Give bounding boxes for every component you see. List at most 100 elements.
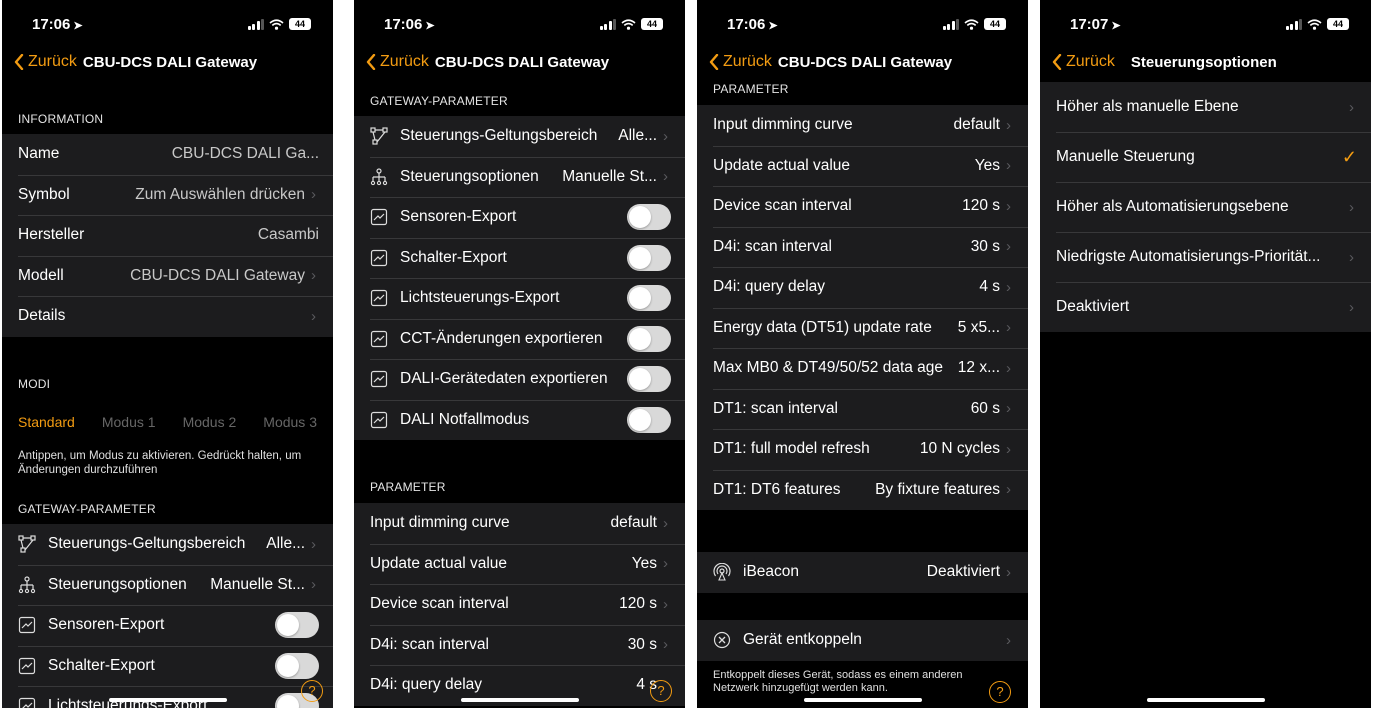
option-above-automation[interactable]: Höher als Automatisierungsebene ›	[1040, 182, 1371, 232]
gateway-list: Steuerungs-Geltungsbereich Alle... › Steue…	[2, 524, 333, 708]
ibeacon-row[interactable]: iBeacon Deaktiviert ›	[697, 552, 1028, 593]
gateway-row-cct-export: CCT-Änderungen exportieren	[354, 318, 685, 360]
chevron-right-icon: ›	[311, 535, 316, 553]
gateway-row-control-options[interactable]: Steuerungsoptionen Manuelle St... ›	[2, 564, 333, 606]
home-indicator	[803, 698, 922, 702]
help-button[interactable]: ?	[650, 680, 672, 702]
home-indicator	[460, 698, 579, 702]
info-row-model[interactable]: Modell CBU-DCS DALI Gateway ›	[2, 255, 333, 297]
battery-icon: 44	[1327, 18, 1349, 30]
info-row-details[interactable]: Details ›	[2, 296, 333, 337]
option-manual-control[interactable]: Manuelle Steuerung ✓	[1040, 132, 1371, 182]
export-icon	[18, 697, 36, 708]
battery-icon: 44	[289, 18, 311, 30]
back-button[interactable]: Zurück CBU-DCS DALI Gateway	[709, 53, 952, 71]
dali-emergency-toggle[interactable]	[627, 406, 671, 433]
param-row-d4i-query-delay[interactable]: D4i: query delay 4 s ›	[697, 267, 1028, 308]
gateway-row-scope[interactable]: Steuerungs-Geltungsbereich Alle... ›	[2, 524, 333, 565]
export-icon	[18, 657, 36, 675]
param-row-dt1-dt6-features[interactable]: DT1: DT6 features By fixture features ›	[697, 469, 1028, 511]
param-row-d4i-scan-interval[interactable]: D4i: scan interval 30 s ›	[697, 226, 1028, 268]
back-button[interactable]: Zurück CBU-DCS DALI Gateway	[14, 53, 257, 71]
param-row-d4i-scan-interval[interactable]: D4i: scan interval 30 s ›	[354, 624, 685, 666]
modes-hint: Antippen, um Modus zu aktivieren. Gedrüc…	[18, 450, 302, 476]
back-button[interactable]: Zurück Steuerungsoptionen	[1052, 53, 1277, 71]
chevron-right-icon: ›	[1006, 197, 1011, 215]
gateway-row-control-options[interactable]: Steuerungsoptionen Manuelle St... ›	[354, 156, 685, 198]
export-icon	[18, 616, 36, 634]
info-row-manufacturer: Hersteller Casambi	[2, 215, 333, 256]
param-row-input-dimming-curve[interactable]: Input dimming curve default ›	[354, 503, 685, 544]
chevron-left-icon	[1052, 54, 1062, 70]
chevron-right-icon: ›	[1006, 400, 1011, 418]
location-arrow-icon: ➤	[425, 20, 435, 32]
chevron-right-icon: ›	[1006, 359, 1011, 377]
cellular-signal-icon	[942, 18, 959, 30]
cct-export-toggle[interactable]	[627, 325, 671, 352]
mode-2[interactable]: Modus 2	[183, 414, 237, 430]
section-header-parameter: PARAMETER	[713, 82, 789, 96]
chevron-right-icon: ›	[1349, 198, 1354, 216]
navigation-bar: Zurück CBU-DCS DALI Gateway	[354, 48, 685, 78]
screen-control-options: 17:07 ➤ 44 Zurück Steuerungsoptionen Höhe…	[1040, 0, 1371, 708]
chevron-right-icon: ›	[1006, 631, 1011, 649]
screen-device-info: 17:06 ➤ 44 Zurück CBU-DCS DALI Gateway IN…	[2, 0, 333, 708]
export-icon	[370, 330, 388, 348]
back-label: Zurück	[28, 53, 77, 70]
param-row-update-actual-value[interactable]: Update actual value Yes ›	[697, 145, 1028, 187]
param-row-input-dimming-curve[interactable]: Input dimming curve default ›	[697, 105, 1028, 146]
param-row-energy-data-update-rate[interactable]: Energy data (DT51) update rate 5 x5... ›	[697, 307, 1028, 349]
chevron-right-icon: ›	[1006, 157, 1011, 175]
ibeacon-group: iBeacon Deaktiviert ›	[697, 552, 1028, 593]
unpair-hint: Entkoppelt dieses Gerät, sodass es einem…	[713, 669, 963, 694]
wifi-icon	[621, 19, 636, 30]
page-title: Steuerungsoptionen	[1130, 53, 1277, 71]
back-label: Zurück	[380, 53, 429, 70]
param-row-dt1-full-model-refresh[interactable]: DT1: full model refresh 10 N cycles ›	[697, 429, 1028, 470]
back-button[interactable]: Zurück CBU-DCS DALI Gateway	[366, 53, 609, 71]
chevron-right-icon: ›	[663, 555, 668, 573]
page-title: CBU-DCS DALI Gateway	[777, 53, 953, 71]
sensor-export-toggle[interactable]	[627, 204, 671, 231]
help-button[interactable]: ?	[301, 680, 323, 702]
mode-3[interactable]: Modus 3	[263, 414, 317, 430]
option-above-manual[interactable]: Höher als manuelle Ebene ›	[1040, 82, 1371, 132]
param-row-max-data-age[interactable]: Max MB0 & DT49/50/52 data age 12 x... ›	[697, 348, 1028, 389]
location-arrow-icon: ➤	[768, 20, 778, 32]
section-header-information: INFORMATION	[18, 112, 104, 126]
switch-export-toggle[interactable]	[275, 652, 319, 679]
dali-data-export-toggle[interactable]	[627, 366, 671, 393]
gateway-row-switch-export: Schalter-Export	[2, 645, 333, 687]
battery-icon: 44	[984, 18, 1006, 30]
navigation-bar: Zurück CBU-DCS DALI Gateway	[697, 48, 1028, 78]
help-button[interactable]: ?	[989, 681, 1011, 703]
unpair-row[interactable]: Gerät entkoppeln ›	[697, 620, 1028, 661]
switch-export-toggle[interactable]	[627, 244, 671, 271]
status-bar: 17:06 ➤ 44	[697, 16, 1028, 36]
back-label: Zurück	[1066, 53, 1115, 70]
chevron-right-icon: ›	[1349, 98, 1354, 116]
sensor-export-toggle[interactable]	[275, 612, 319, 639]
location-arrow-icon: ➤	[1111, 20, 1121, 32]
gateway-row-scope[interactable]: Steuerungs-Geltungsbereich Alle... ›	[354, 116, 685, 157]
info-row-name[interactable]: Name CBU-DCS DALI Ga...	[2, 134, 333, 175]
gateway-list: Steuerungs-Geltungsbereich Alle... › Steue…	[354, 116, 685, 440]
checkmark-icon: ✓	[1341, 146, 1357, 167]
light-export-toggle[interactable]	[627, 285, 671, 312]
mode-standard[interactable]: Standard	[18, 414, 75, 430]
param-row-device-scan-interval[interactable]: Device scan interval 120 s ›	[697, 186, 1028, 227]
option-lowest-automation-priority[interactable]: Niedrigste Automatisierungs-Priorität...…	[1040, 232, 1371, 282]
param-row-dt1-scan-interval[interactable]: DT1: scan interval 60 s ›	[697, 388, 1028, 430]
status-bar: 17:06 ➤ 44	[354, 16, 685, 36]
info-row-symbol[interactable]: Symbol Zum Auswählen drücken ›	[2, 174, 333, 216]
param-row-device-scan-interval[interactable]: Device scan interval 120 s ›	[354, 584, 685, 625]
status-time: 17:06	[32, 16, 71, 33]
param-row-update-actual-value[interactable]: Update actual value Yes ›	[354, 543, 685, 585]
location-arrow-icon: ➤	[73, 20, 83, 32]
mode-1[interactable]: Modus 1	[102, 414, 156, 430]
status-time: 17:07	[1070, 16, 1109, 33]
gateway-row-light-export: Lichtsteuerungs-Export	[354, 278, 685, 319]
chevron-right-icon: ›	[1006, 563, 1011, 581]
section-header-modi: MODI	[18, 377, 51, 391]
option-disabled[interactable]: Deaktiviert ›	[1040, 282, 1371, 332]
